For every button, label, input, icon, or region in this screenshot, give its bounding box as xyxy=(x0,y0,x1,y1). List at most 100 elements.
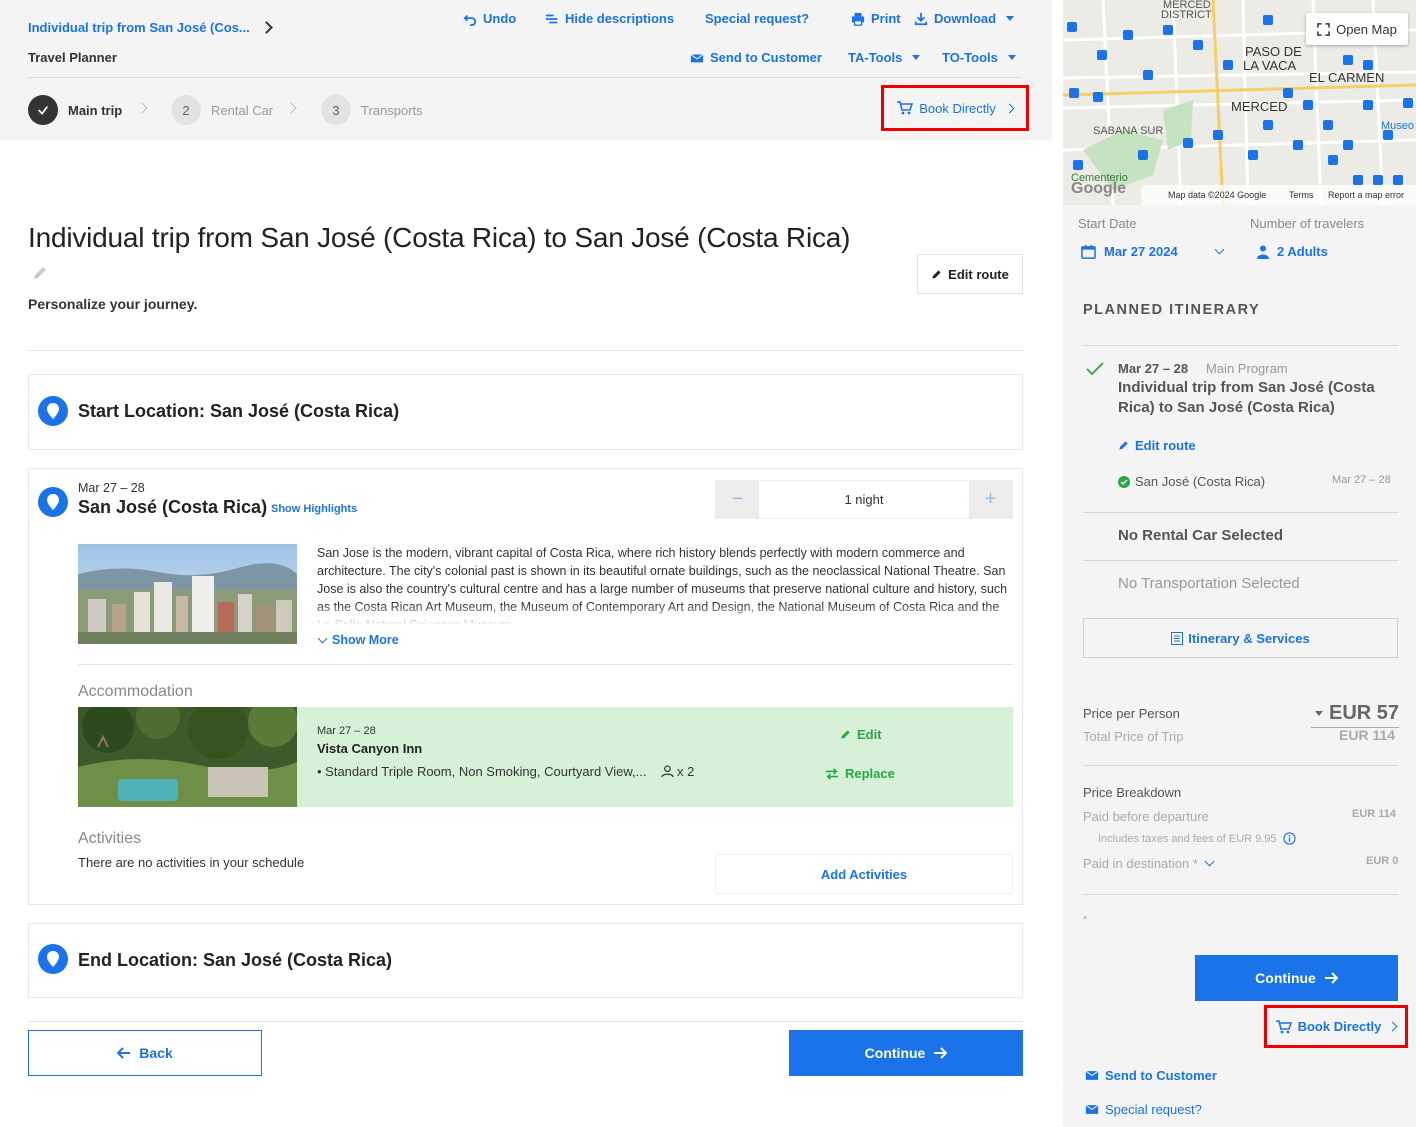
sidebar-book-directly-button[interactable]: Book Directly xyxy=(1264,1005,1408,1048)
sidebar-book-directly-label: Book Directly xyxy=(1297,1019,1382,1034)
itinerary-services-button[interactable]: Itinerary & Services xyxy=(1083,618,1398,658)
itinerary-heading: PLANNED ITINERARY xyxy=(1083,302,1261,318)
app-subtitle: Travel Planner xyxy=(28,50,117,65)
hotel-name: Vista Canyon Inn xyxy=(317,741,423,756)
step-rental-car[interactable]: 2 Rental Car xyxy=(171,95,273,125)
hotel-dates: Mar 27 – 28 xyxy=(317,725,376,737)
paid-destination-label: Paid in destination * xyxy=(1083,856,1198,871)
edit-route-label: Edit route xyxy=(948,266,1009,282)
continue-button[interactable]: Continue xyxy=(789,1030,1023,1076)
end-location-title: End Location: San José (Costa Rica) xyxy=(78,950,393,970)
hide-descriptions-button[interactable]: Hide descriptions xyxy=(545,11,674,26)
check-circle-icon xyxy=(1118,475,1130,488)
taxes-note: Includes taxes and fees of EUR 9.95 xyxy=(1098,832,1296,845)
itinerary-title: Individual trip from San José (Costa Ric… xyxy=(1118,379,1375,416)
sidebar-continue-button[interactable]: Continue xyxy=(1195,955,1398,1001)
print-button[interactable]: Print xyxy=(851,11,901,26)
breadcrumb[interactable]: Individual trip from San José (Cos... xyxy=(28,20,273,35)
caret-down-icon xyxy=(1006,16,1015,21)
cart-icon xyxy=(897,101,914,115)
step-main-trip[interactable]: Main trip xyxy=(28,95,122,125)
itinerary-type: Main Program xyxy=(1206,361,1288,376)
description-fade xyxy=(317,604,1012,626)
location-pin-icon xyxy=(38,487,68,517)
book-directly-button[interactable]: Book Directly xyxy=(881,85,1029,131)
ta-tools-label: TA-Tools xyxy=(848,50,903,65)
back-button[interactable]: Back xyxy=(28,1030,262,1076)
divider xyxy=(28,1021,1023,1022)
start-date-label: Start Date xyxy=(1078,216,1137,231)
chevron-down-icon xyxy=(1214,244,1225,254)
sidebar-edit-route-link[interactable]: Edit route xyxy=(1118,438,1196,453)
divider xyxy=(78,664,1013,665)
price-per-person-value: EUR 57 xyxy=(1329,702,1400,724)
price-per-person-dropdown[interactable]: EUR 57 xyxy=(1311,702,1400,728)
special-request-button[interactable]: Special request? xyxy=(705,11,809,26)
sidebar-continue-label: Continue xyxy=(1255,970,1316,986)
book-directly-label: Book Directly xyxy=(919,100,996,116)
location-pin-icon xyxy=(38,396,68,426)
expand-icon xyxy=(1317,22,1330,36)
pencil-icon xyxy=(1119,441,1128,450)
send-to-customer-button[interactable]: Send to Customer xyxy=(690,50,822,65)
start-date-value: Mar 27 2024 xyxy=(1104,244,1178,259)
header-divider xyxy=(28,77,1022,78)
price-breakdown-label: Price Breakdown xyxy=(1083,785,1182,800)
show-highlights-link[interactable]: Show Highlights xyxy=(271,503,357,515)
map-label: SABANA SUR xyxy=(1093,125,1163,137)
stop-city: San José (Costa Rica) xyxy=(78,497,268,517)
swap-icon xyxy=(826,767,838,780)
hide-descriptions-label: Hide descriptions xyxy=(565,11,675,26)
download-dropdown[interactable]: Download xyxy=(914,11,1015,26)
step-transports[interactable]: 3 Transports xyxy=(321,95,423,125)
map-data-text: Map data ©2024 Google xyxy=(1168,190,1266,200)
decrease-nights-button[interactable]: − xyxy=(716,481,759,518)
add-activities-button[interactable]: Add Activities xyxy=(715,854,1013,894)
send-mail-icon xyxy=(690,53,704,62)
guest-count-label: x 2 xyxy=(677,764,695,779)
undo-button[interactable]: Undo xyxy=(463,11,516,26)
paid-destination-toggle[interactable]: Paid in destination * xyxy=(1083,856,1215,871)
info-icon[interactable] xyxy=(1282,832,1296,845)
itinerary-services-label: Itinerary & Services xyxy=(1188,630,1310,646)
continue-label: Continue xyxy=(864,1045,926,1061)
itinerary-stop-name: San José (Costa Rica) xyxy=(1135,474,1266,489)
paid-before-label: Paid before departure xyxy=(1083,809,1209,824)
travelers-picker[interactable]: 2 Adults xyxy=(1257,244,1328,259)
travelers-label: Number of travelers xyxy=(1250,216,1365,231)
show-more-link[interactable]: Show More xyxy=(317,633,399,647)
check-icon xyxy=(38,105,49,115)
sidebar-special-request-label: Special request? xyxy=(1105,1102,1202,1117)
to-tools-label: TO-Tools xyxy=(942,50,998,65)
chevron-right-icon xyxy=(136,102,148,114)
edit-route-button[interactable]: Edit route xyxy=(917,254,1023,294)
undo-icon xyxy=(463,14,477,26)
replace-hotel-label: Replace xyxy=(845,766,895,781)
sidebar-send-to-customer-link[interactable]: Send to Customer xyxy=(1085,1068,1217,1083)
open-map-label: Open Map xyxy=(1336,21,1397,37)
edit-hotel-button[interactable]: Edit xyxy=(840,727,882,742)
person-icon xyxy=(661,765,674,778)
divider xyxy=(1083,345,1398,346)
increase-nights-button[interactable]: + xyxy=(969,481,1012,518)
to-tools-dropdown[interactable]: TO-Tools xyxy=(942,50,1016,65)
itinerary-dates: Mar 27 – 28 xyxy=(1118,361,1189,376)
caret-down-icon xyxy=(912,55,921,60)
back-label: Back xyxy=(139,1045,173,1061)
print-label: Print xyxy=(871,11,901,26)
pencil-icon[interactable] xyxy=(32,265,48,284)
start-date-picker[interactable]: Mar 27 2024 xyxy=(1081,244,1225,259)
sidebar-special-request-link[interactable]: Special request? xyxy=(1085,1102,1202,1117)
send-mail-icon xyxy=(1085,1070,1099,1080)
city-image xyxy=(78,544,297,644)
replace-hotel-button[interactable]: Replace xyxy=(825,766,895,781)
breadcrumb-label[interactable]: Individual trip from San José (Cos... xyxy=(28,20,250,35)
open-map-button[interactable]: Open Map xyxy=(1306,13,1408,45)
ta-tools-dropdown[interactable]: TA-Tools xyxy=(848,50,921,65)
sidebar-send-to-customer-label: Send to Customer xyxy=(1105,1068,1217,1083)
map-report-link: Report a map error xyxy=(1328,190,1404,200)
activities-heading: Activities xyxy=(78,830,142,847)
map-label: DISTRICT xyxy=(1161,9,1212,21)
divider xyxy=(1083,512,1398,513)
divider xyxy=(1083,765,1398,766)
